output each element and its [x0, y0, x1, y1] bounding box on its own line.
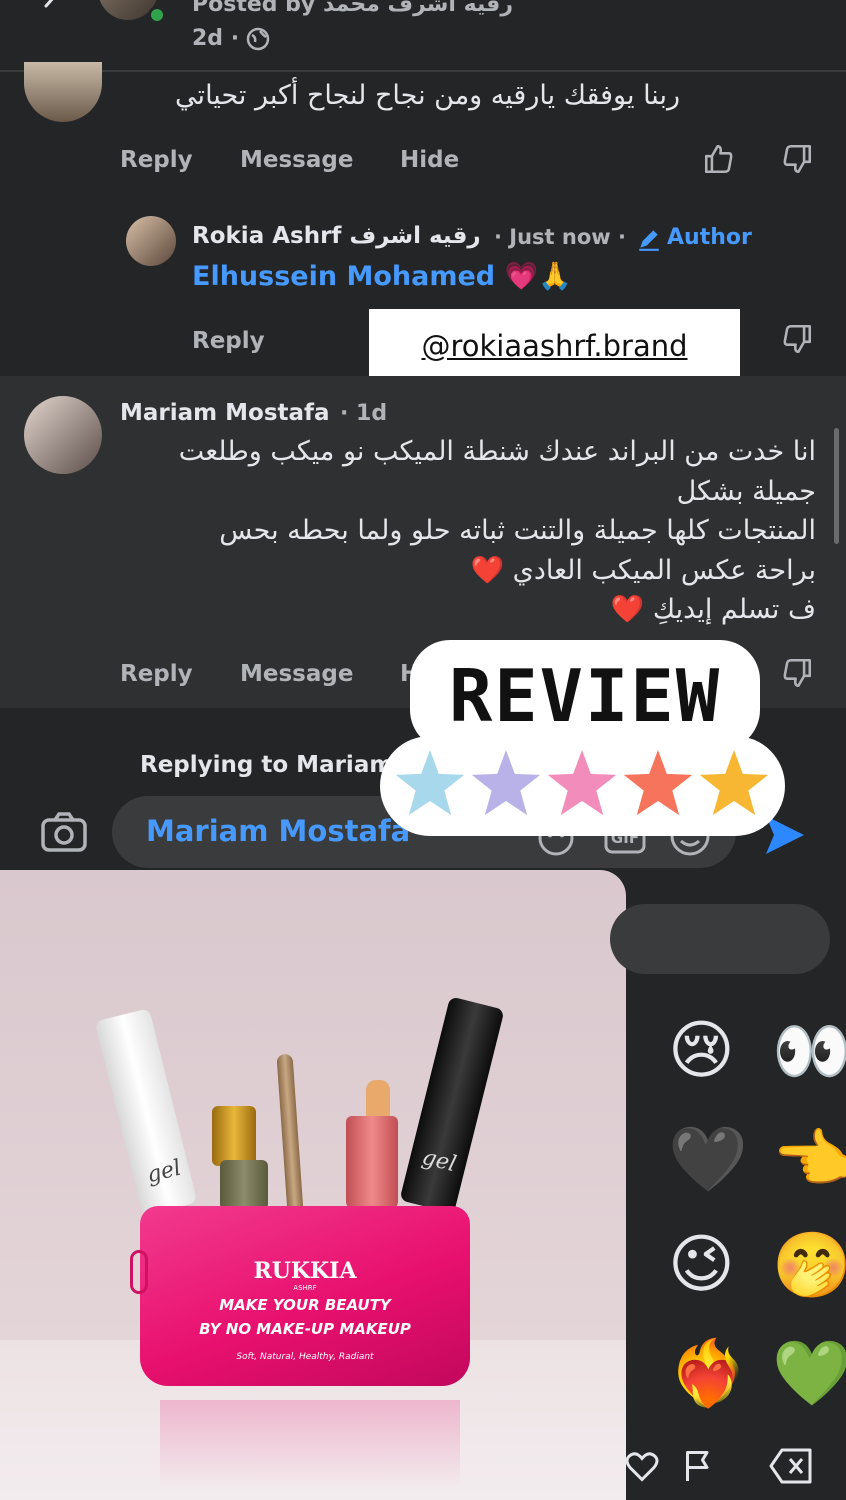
like-icon[interactable]	[702, 142, 736, 180]
dislike-icon[interactable]	[780, 322, 814, 360]
dislike-icon[interactable]	[780, 142, 814, 180]
message-button[interactable]: Message	[240, 147, 353, 173]
author-avatar[interactable]	[126, 216, 176, 266]
rating-star	[395, 750, 465, 816]
star-rating	[395, 750, 769, 816]
brand-tag-text: @rokiaashrf.brand	[421, 329, 688, 363]
comment-text: ربنا يوفقك يارقيه ومن نجاح لنجاح أكبر تح…	[175, 80, 680, 111]
product-photo: gel gel RUKKIA ASHRF MAKE YOUR BEAUTY BY…	[0, 870, 626, 1500]
camera-icon[interactable]	[40, 810, 88, 854]
review-sticker: REVIEW	[380, 640, 785, 840]
heart-on-fire-emoji[interactable]: ❤️‍🔥	[668, 1336, 748, 1411]
pouch-tagline: MAKE YOUR BEAUTY	[219, 1296, 391, 1314]
gold-bottle	[212, 1106, 256, 1166]
pink-pouch: RUKKIA ASHRF MAKE YOUR BEAUTY BY NO MAKE…	[140, 1206, 470, 1386]
zipper-pull	[130, 1250, 148, 1294]
divider	[0, 70, 846, 72]
comment-line: المنتجات كلها جميلة والتنت ثباته حلو ولم…	[219, 515, 816, 546]
globe-icon	[246, 27, 270, 51]
brand-tag-sticker: @rokiaashrf.brand	[369, 309, 740, 384]
scrollbar[interactable]	[834, 428, 839, 544]
message-button[interactable]: Message	[240, 661, 353, 687]
commenter-avatar[interactable]	[24, 62, 102, 122]
black-heart-emoji[interactable]: 🖤	[668, 1122, 748, 1197]
pouch-brand: RUKKIA	[253, 1258, 357, 1284]
author-name[interactable]: Rokia Ashrf رقيه اشرف	[192, 223, 481, 249]
posted-by-label: Posted by رقيه اشرف محمد	[192, 0, 513, 17]
flag-icon[interactable]	[680, 1448, 716, 1484]
pouch-reflection	[160, 1400, 460, 1490]
rating-star	[471, 750, 541, 816]
pointing-left-emoji[interactable]: 👈	[772, 1122, 846, 1197]
pencil-icon	[636, 226, 662, 252]
emoji-search-bar[interactable]	[610, 904, 830, 974]
online-dot	[148, 6, 166, 24]
rating-star	[623, 750, 693, 816]
comment-line: ف تسلم إيديكِ ❤️	[610, 594, 816, 625]
serum-bottle	[366, 1080, 390, 1120]
back-chevron-icon[interactable]	[38, 0, 62, 18]
green-heart-emoji[interactable]: 💚	[772, 1336, 846, 1411]
comment-input-value: Mariam Mostafa	[146, 814, 411, 848]
review-title: REVIEW	[448, 654, 722, 738]
serum-bottle-body	[346, 1116, 398, 1208]
black-gel-tube: gel	[399, 996, 505, 1214]
author-badge: Author	[667, 225, 752, 250]
crying-smile-emoji[interactable]: 😢	[668, 1014, 735, 1088]
eyes-emoji[interactable]: 👀	[772, 1014, 846, 1089]
reply-button[interactable]: Reply	[120, 147, 193, 173]
delete-icon[interactable]	[768, 1446, 814, 1486]
heart-icon[interactable]	[624, 1448, 660, 1484]
winking-emoji[interactable]: 😉	[668, 1228, 735, 1302]
reply-text: Elhussein Mohamed 💗🙏	[192, 261, 572, 292]
hide-button[interactable]: Hide	[400, 147, 459, 173]
replying-to-label: Replying to Mariam	[140, 752, 394, 778]
reply-button[interactable]: Reply	[192, 328, 265, 354]
pouch-brand-sub: ASHRF	[293, 1284, 317, 1292]
comment-line: براحة عكس الميكب العادي ❤️	[470, 555, 816, 586]
post-time: 2d ·	[192, 26, 240, 51]
reply-button[interactable]: Reply	[120, 661, 193, 687]
dislike-icon[interactable]	[780, 656, 814, 694]
reply-time: · Just now ·	[494, 225, 626, 249]
glass-bottle	[220, 1160, 268, 1210]
hand-over-mouth-emoji[interactable]: 🤭	[772, 1228, 846, 1303]
pouch-keywords: Soft, Natural, Healthy, Radiant	[236, 1352, 374, 1362]
wooden-stick	[276, 1053, 304, 1215]
pouch-tagline: BY NO MAKE-UP MAKEUP	[199, 1320, 411, 1338]
rating-star	[699, 750, 769, 816]
white-gel-tube: gel	[94, 1008, 198, 1216]
comment-line: جميلة بشكل	[676, 476, 816, 507]
comment-line: انا خدت من البراند عندك شنطة الميكب نو م…	[178, 436, 816, 467]
rating-star	[547, 750, 617, 816]
commenter-name[interactable]: Mariam Mostafa	[120, 400, 330, 426]
comment-time: · 1d	[340, 401, 388, 426]
commenter-avatar[interactable]	[24, 396, 102, 474]
